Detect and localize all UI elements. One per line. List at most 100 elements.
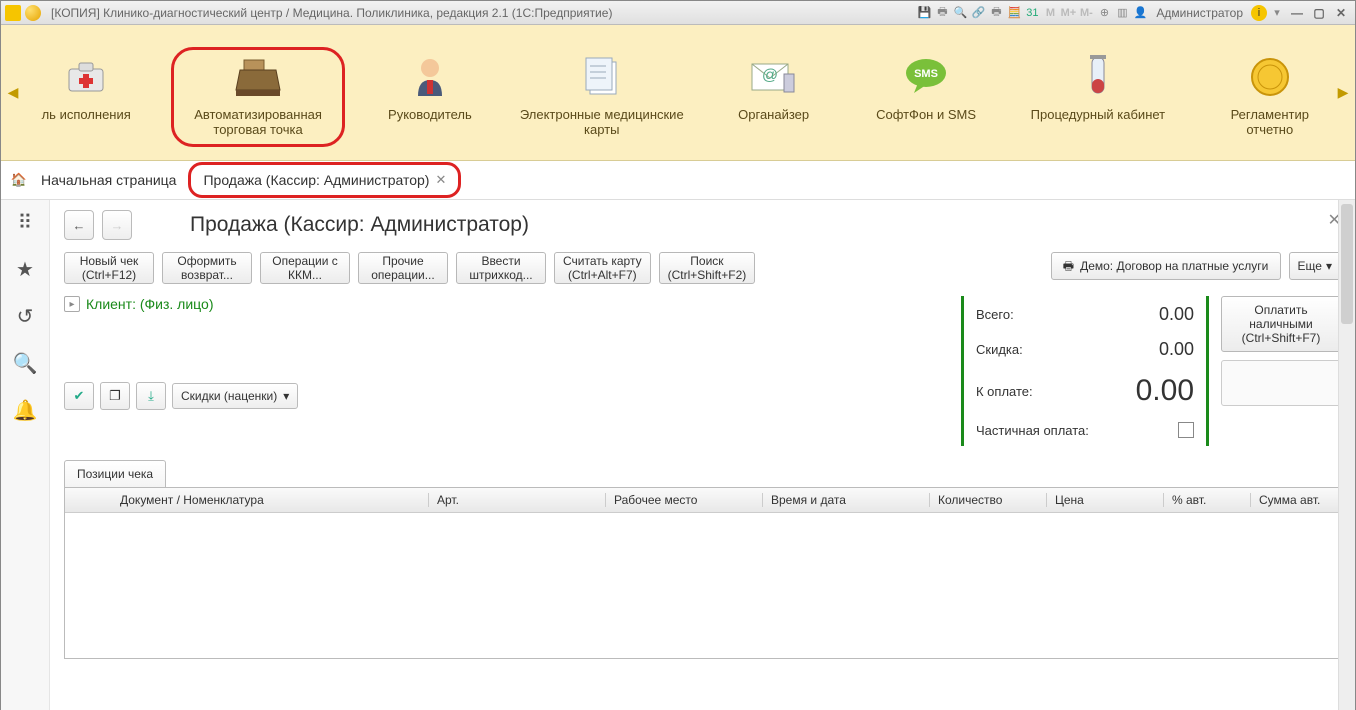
- pay-l3: (Ctrl+Shift+F7): [1228, 331, 1334, 345]
- copy-button[interactable]: ❐: [100, 382, 130, 410]
- totals-panel: Всего:0.00 Скидка:0.00 К оплате:0.00 Час…: [961, 296, 1209, 446]
- left-rail: ⠿ ★ ↺ 🔍 🔔: [1, 200, 50, 710]
- section-scroll-left[interactable]: ◀: [7, 84, 19, 101]
- scroll-thumb[interactable]: [1341, 204, 1353, 324]
- coin-icon: [1246, 53, 1294, 101]
- panel-icon[interactable]: ▥: [1114, 5, 1130, 21]
- close-button[interactable]: ✕: [1331, 5, 1351, 21]
- section-softphone[interactable]: SMS СофтФон и SMS: [859, 47, 993, 132]
- printer-icon: 🖶: [1063, 259, 1074, 273]
- calendar-icon[interactable]: 31: [1024, 5, 1040, 21]
- history-icon[interactable]: ↺: [17, 304, 34, 329]
- user-icon: 👤: [1132, 5, 1148, 21]
- th-workplace[interactable]: Рабочее место: [606, 493, 763, 507]
- btn-l2: штрихкод...: [465, 268, 537, 282]
- th-doc[interactable]: Документ / Номенклатура: [112, 493, 429, 507]
- due-label: К оплате:: [976, 384, 1033, 399]
- btn-l2: ККМ...: [269, 268, 341, 282]
- barcode-button[interactable]: Ввестиштрихкод...: [456, 252, 546, 284]
- grid-icon[interactable]: ⠿: [18, 210, 33, 235]
- pay-cash-button[interactable]: Оплатить наличными (Ctrl+Shift+F7): [1221, 296, 1341, 352]
- tab-label: Продажа (Кассир: Администратор): [203, 172, 429, 188]
- section-organizer[interactable]: @ Органайзер: [706, 47, 840, 132]
- chevron-down-icon: ▾: [1326, 259, 1332, 273]
- section-execution[interactable]: ль исполнения: [19, 47, 153, 132]
- print-icon[interactable]: 🖶: [934, 5, 950, 21]
- section-label: Органайзер: [738, 107, 809, 122]
- return-button[interactable]: Оформитьвозврат...: [162, 252, 252, 284]
- tab-positions[interactable]: Позиции чека: [64, 460, 166, 487]
- new-check-button[interactable]: Новый чек(Ctrl+F12): [64, 252, 154, 284]
- tab-close-icon[interactable]: ✕: [435, 172, 446, 188]
- section-label: Электронные медицинские карты: [519, 107, 684, 137]
- th-qty[interactable]: Количество: [930, 493, 1047, 507]
- right-column: Всего:0.00 Скидка:0.00 К оплате:0.00 Час…: [961, 296, 1341, 446]
- mminus-icon[interactable]: M-: [1078, 5, 1094, 21]
- pay-l2: наличными: [1228, 317, 1334, 331]
- dropdown-icon[interactable]: ▾: [1269, 5, 1285, 21]
- mplus-icon[interactable]: M+: [1060, 5, 1076, 21]
- m-icon[interactable]: M: [1042, 5, 1058, 21]
- btn-label: Еще: [1298, 259, 1322, 273]
- check-all-button[interactable]: ✔: [64, 382, 94, 410]
- minimize-button[interactable]: —: [1287, 5, 1307, 21]
- zoom-icon[interactable]: ⊕: [1096, 5, 1112, 21]
- th-price[interactable]: Цена: [1047, 493, 1164, 507]
- expand-icon[interactable]: ▸: [64, 296, 80, 312]
- vertical-scrollbar[interactable]: [1338, 200, 1355, 710]
- demo-contract-button[interactable]: 🖶 Демо: Договор на платные услуги: [1051, 252, 1281, 280]
- other-ops-button[interactable]: Прочиеоперации...: [358, 252, 448, 284]
- bell-icon[interactable]: 🔔: [13, 398, 38, 423]
- manager-icon: [406, 53, 454, 101]
- tab-sale[interactable]: Продажа (Кассир: Администратор) ✕: [188, 162, 461, 198]
- total-value: 0.00: [1159, 304, 1194, 325]
- search-rail-icon[interactable]: 🔍: [13, 351, 38, 376]
- documents-icon: [578, 53, 626, 101]
- th-sum[interactable]: Сумма авт.: [1251, 493, 1340, 507]
- section-bar: ◀ ль исполнения Автоматизированная торго…: [1, 25, 1355, 161]
- discount-value: 0.00: [1159, 339, 1194, 360]
- total-label: Всего:: [976, 307, 1014, 322]
- section-scroll-right[interactable]: ▶: [1337, 84, 1349, 101]
- maximize-button[interactable]: ▢: [1309, 5, 1329, 21]
- discounts-dropdown[interactable]: Скидки (наценки)▾: [172, 383, 298, 409]
- orb-icon[interactable]: [25, 5, 41, 21]
- pay-placeholder[interactable]: [1221, 360, 1341, 406]
- chevron-down-icon: ▾: [283, 389, 289, 403]
- save-icon[interactable]: 💾: [916, 5, 932, 21]
- home-icon[interactable]: 🏠: [9, 172, 29, 188]
- section-reports[interactable]: Регламентир отчетно: [1203, 47, 1337, 147]
- page-title: Продажа (Кассир: Администратор): [190, 213, 529, 237]
- partial-checkbox[interactable]: [1178, 422, 1194, 438]
- section-manager[interactable]: Руководитель: [363, 47, 497, 132]
- read-card-button[interactable]: Считать карту(Ctrl+Alt+F7): [554, 252, 651, 284]
- more-button[interactable]: Еще ▾: [1289, 252, 1341, 280]
- printer2-icon[interactable]: 🖶: [988, 5, 1004, 21]
- th-pct[interactable]: % авт.: [1164, 493, 1251, 507]
- tab-home[interactable]: Начальная страница: [29, 161, 188, 199]
- nav-fwd-button[interactable]: →: [102, 210, 132, 240]
- plus-arrow-icon: ⤓: [148, 388, 154, 404]
- preview-icon[interactable]: 🔍: [952, 5, 968, 21]
- calc-icon[interactable]: 🧮: [1006, 5, 1022, 21]
- section-label: Автоматизированная торговая точка: [175, 107, 340, 137]
- kkm-button[interactable]: Операции сККМ...: [260, 252, 350, 284]
- th-art[interactable]: Арт.: [429, 493, 606, 507]
- section-procedure[interactable]: Процедурный кабинет: [1011, 47, 1184, 132]
- section-emr[interactable]: Электронные медицинские карты: [515, 47, 688, 147]
- search-button[interactable]: Поиск(Ctrl+Shift+F2): [659, 252, 756, 284]
- star-icon[interactable]: ★: [16, 257, 34, 282]
- link-icon[interactable]: 🔗: [970, 5, 986, 21]
- tube-icon: [1074, 53, 1122, 101]
- nav-back-button[interactable]: ←: [64, 210, 94, 240]
- due-value: 0.00: [1136, 374, 1194, 408]
- section-pos[interactable]: Автоматизированная торговая точка: [171, 47, 344, 147]
- sms-icon: SMS: [902, 53, 950, 101]
- th-datetime[interactable]: Время и дата: [763, 493, 930, 507]
- btn-l1: Поиск: [668, 254, 747, 268]
- client-line[interactable]: ▸ Клиент: (Физ. лицо): [64, 296, 943, 312]
- btn-label: Демо: Договор на платные услуги: [1080, 259, 1268, 273]
- svg-text:@: @: [762, 67, 778, 84]
- info-icon[interactable]: i: [1251, 5, 1267, 21]
- add-button[interactable]: ⤓: [136, 382, 166, 410]
